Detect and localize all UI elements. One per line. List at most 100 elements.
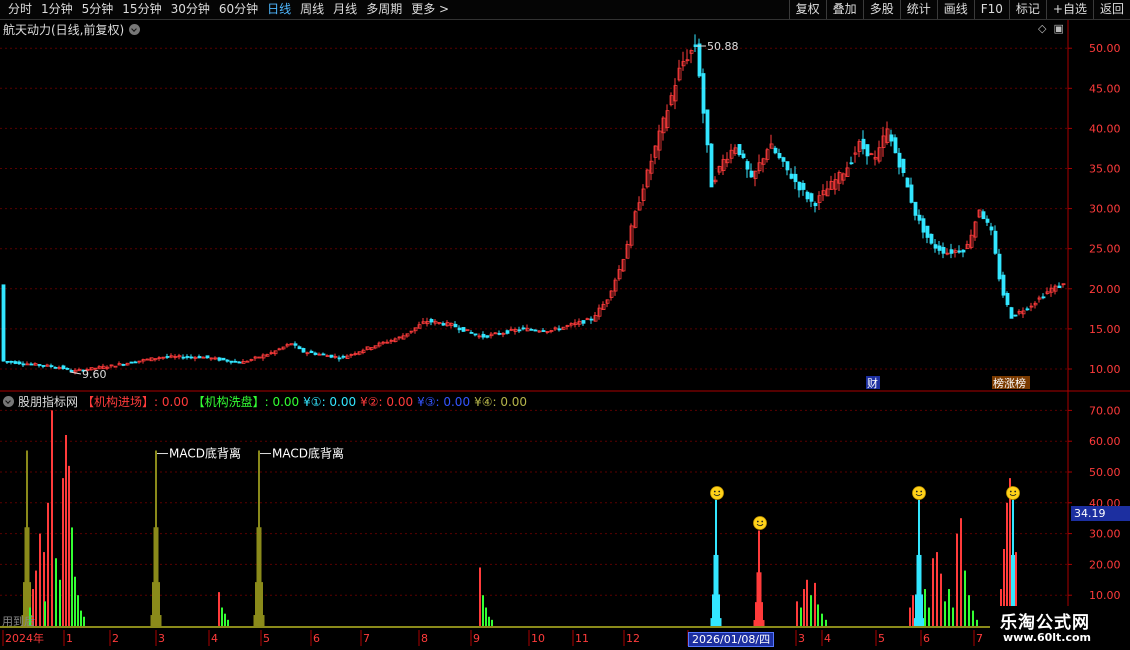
candle-body	[745, 161, 750, 170]
candle-body	[225, 359, 230, 362]
candle-body	[805, 191, 810, 200]
candle-body	[41, 365, 46, 367]
candle-body	[557, 328, 562, 331]
smiley-eye	[718, 490, 721, 493]
candle-body	[133, 361, 138, 364]
candle-body	[697, 43, 702, 77]
cursor-date-label: 2026/01/08/四	[688, 632, 775, 647]
candle-body	[37, 364, 42, 366]
price-axis-label: 25.00	[1089, 243, 1121, 256]
candle-body	[989, 226, 994, 231]
candle-body	[921, 218, 926, 233]
smiley-face	[912, 486, 926, 500]
candlesticks	[1, 34, 1066, 375]
candle-body	[17, 361, 22, 365]
candle-body	[813, 202, 818, 207]
time-axis-label: 2024年	[5, 631, 44, 645]
smiley-eye	[915, 490, 918, 493]
candle-body	[929, 233, 934, 244]
candle-body	[53, 366, 58, 369]
candle-body	[705, 109, 710, 146]
candle-body	[917, 214, 922, 221]
candle-body	[341, 355, 346, 358]
candle-body	[809, 193, 814, 202]
candle-body	[453, 323, 458, 328]
time-axis-label: 7	[976, 632, 983, 645]
price-axis-label: 50.00	[1089, 42, 1121, 55]
candle-body	[121, 363, 126, 366]
time-axis-label: 10	[531, 632, 545, 645]
candle-body	[789, 173, 794, 179]
candle-body	[229, 360, 234, 363]
candle-body	[61, 365, 66, 369]
candle-body	[1005, 293, 1010, 305]
candle-body	[749, 170, 754, 178]
candle-body	[901, 158, 906, 174]
smiley-icon	[753, 516, 767, 530]
candle-body	[129, 361, 134, 364]
smiley-eye	[1009, 490, 1012, 493]
smiley-eye	[920, 490, 923, 493]
candle-body	[777, 153, 782, 159]
candle-body	[849, 162, 854, 165]
candle-body	[1041, 296, 1046, 299]
time-axis-label: 3	[158, 632, 165, 645]
candle-body	[205, 355, 210, 359]
candle-body	[693, 44, 698, 48]
candle-body	[301, 348, 306, 353]
smiley-eye	[756, 520, 759, 523]
indicator-legend-2: ¥①: 0.00	[303, 394, 357, 409]
candle-body	[1009, 307, 1014, 319]
candle-body	[1057, 285, 1062, 289]
indicator-bars	[21, 410, 1019, 626]
candle-body	[297, 346, 302, 350]
indicator-legend-5: ¥④: 0.00	[474, 394, 528, 409]
candle-body	[21, 363, 26, 366]
candle-body	[533, 329, 538, 332]
candle-body	[909, 184, 914, 203]
candle-body	[337, 357, 342, 360]
candle-body	[865, 144, 870, 157]
candle-body	[897, 152, 902, 168]
candle-body	[189, 356, 194, 359]
price-axis-label: 30.00	[1089, 203, 1121, 216]
low-price-label: 9.60	[82, 368, 107, 381]
indicator-axis-label: 70.00	[1089, 404, 1121, 417]
smiley-icon	[1006, 486, 1020, 500]
candle-body	[481, 333, 486, 338]
indicator-axis-label: 60.00	[1089, 435, 1121, 448]
time-axis-label: 5	[263, 632, 270, 645]
candle-body	[737, 144, 742, 156]
candle-body	[13, 361, 18, 364]
candle-body	[981, 211, 986, 220]
candle-body	[49, 365, 54, 368]
candle-body	[309, 350, 314, 354]
candle-body	[441, 323, 446, 326]
candle-body	[65, 367, 70, 370]
candle-body	[29, 363, 34, 366]
candle-body	[429, 319, 434, 323]
candle-body	[221, 357, 226, 361]
high-price-label: 50.88	[707, 40, 739, 53]
indicator-legend-4: ¥③: 0.00	[417, 394, 471, 409]
price-axis-label: 10.00	[1089, 363, 1121, 376]
board-event-label: 榜涨榜	[993, 376, 1026, 390]
candle-body	[949, 249, 954, 254]
candle-body	[529, 328, 534, 331]
smiley-icon	[710, 486, 724, 500]
price-axis-label: 20.00	[1089, 283, 1121, 296]
indicator-axis-label: 10.00	[1089, 589, 1121, 602]
time-axis-label: 6	[923, 632, 930, 645]
candle-body	[473, 333, 478, 336]
smiley-face	[1006, 486, 1020, 500]
time-axis-label: 7	[363, 632, 370, 645]
chart-canvas[interactable]: 50.00 45.00 40.00 35.00 30.00 25.00 20.00 15.00…	[0, 0, 1130, 650]
candle-body	[237, 361, 242, 364]
candle-body	[925, 225, 930, 238]
candle-body	[457, 327, 462, 331]
smiley-eye	[713, 490, 716, 493]
time-axis-label: 3	[798, 632, 805, 645]
indicator-dropdown-icon[interactable]	[3, 396, 14, 407]
candle-body	[589, 318, 594, 321]
time-axis-label: 4	[211, 632, 218, 645]
